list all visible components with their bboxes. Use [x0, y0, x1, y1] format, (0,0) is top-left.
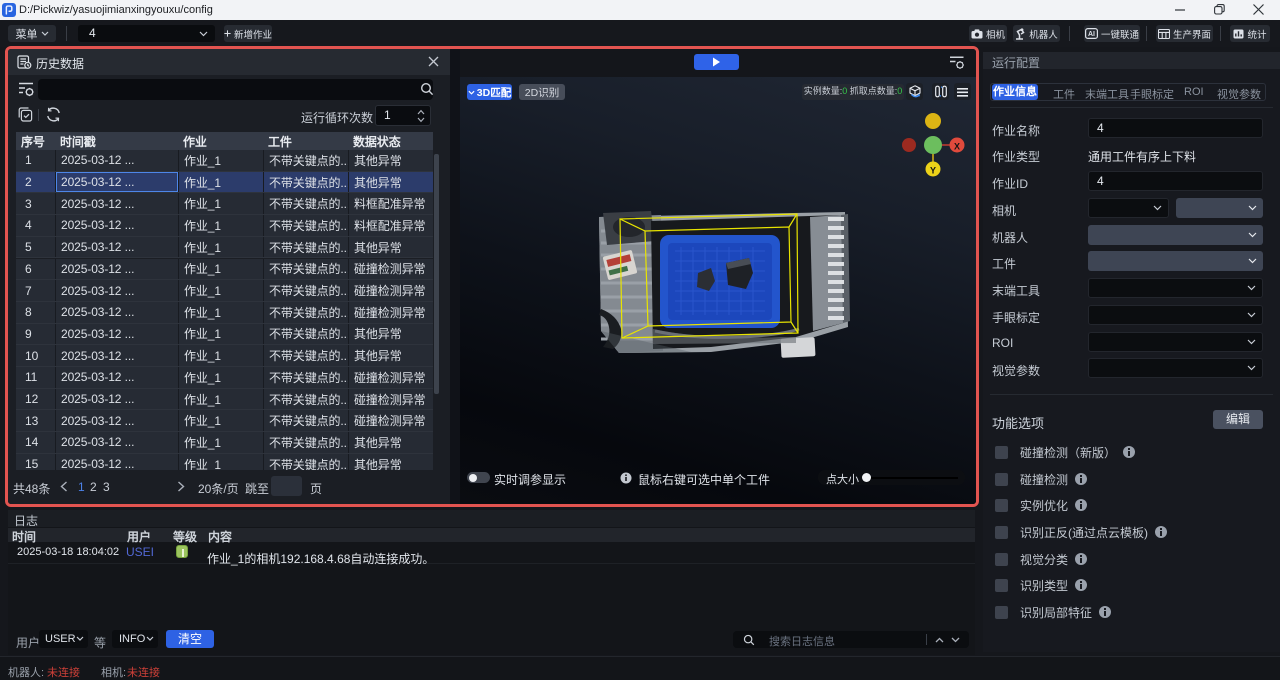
svg-text:Y: Y: [930, 165, 936, 175]
svg-text:X: X: [954, 141, 960, 151]
svg-text:AI: AI: [1088, 31, 1095, 38]
